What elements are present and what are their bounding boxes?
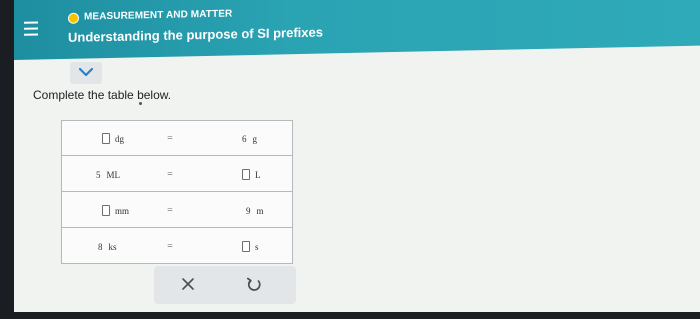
conversion-table: dg = 6 g 5 ML = L mm = 9 m 8 ks = s (61, 120, 293, 264)
table-row: 8 ks = s (62, 229, 292, 264)
left-unit: ks (108, 241, 117, 252)
right-cell: 6 g (242, 121, 290, 156)
left-unit: dg (115, 133, 124, 144)
close-icon (182, 278, 194, 290)
topic-status-dot (68, 12, 79, 24)
answer-input[interactable] (102, 205, 110, 216)
menu-icon[interactable] (24, 21, 40, 39)
left-value: 8 (98, 241, 103, 252)
table-row: 5 ML = L (62, 157, 292, 192)
answer-input[interactable] (242, 169, 250, 180)
app-screen: MEASUREMENT AND MATTER Understanding the… (14, 0, 700, 312)
table-row: mm = 9 m (62, 193, 292, 228)
instruction-text: Complete the table below. (33, 88, 172, 102)
left-unit: mm (115, 205, 130, 216)
left-unit: ML (106, 169, 121, 180)
left-value: 5 (96, 169, 101, 180)
right-unit: m (256, 205, 264, 216)
answer-actions (154, 266, 296, 304)
equals-sign: = (167, 169, 173, 180)
right-unit: L (255, 169, 261, 180)
right-cell: s (242, 229, 290, 264)
right-unit: s (255, 241, 259, 252)
right-cell: L (242, 157, 290, 192)
table-row: dg = 6 g (62, 121, 292, 156)
right-value: 9 (246, 205, 251, 216)
topic-label: MEASUREMENT AND MATTER (84, 8, 233, 23)
undo-button[interactable] (244, 274, 264, 294)
clear-button[interactable] (178, 274, 198, 294)
answer-input[interactable] (102, 133, 110, 144)
right-value: 6 (242, 133, 247, 144)
topic-header: MEASUREMENT AND MATTER Understanding the… (14, 0, 700, 60)
answer-input[interactable] (242, 241, 250, 252)
left-cell: 8 ks (98, 229, 168, 264)
left-cell: 5 ML (96, 157, 166, 192)
page-title: Understanding the purpose of SI prefixes (68, 24, 323, 45)
collapse-button[interactable] (70, 62, 102, 84)
equals-sign: = (167, 205, 173, 216)
equals-sign: = (167, 241, 173, 252)
cursor-dot (139, 102, 142, 105)
right-cell: 9 m (246, 193, 294, 228)
right-unit: g (252, 133, 258, 144)
equals-sign: = (167, 133, 173, 144)
undo-icon (246, 277, 261, 291)
chevron-down-icon (79, 67, 93, 77)
